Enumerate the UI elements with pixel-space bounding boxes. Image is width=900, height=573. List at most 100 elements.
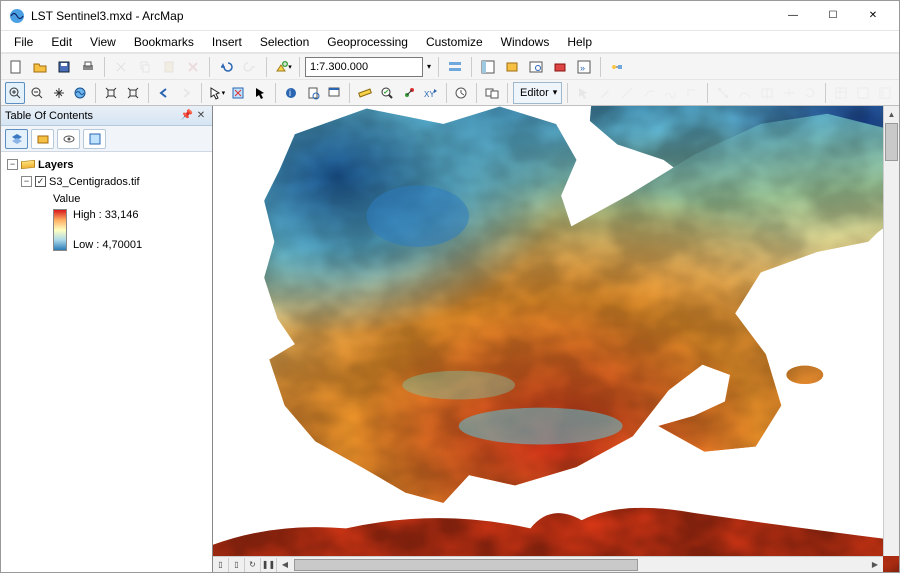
collapse-icon[interactable]: − <box>7 159 18 170</box>
redo-button[interactable] <box>239 56 261 78</box>
select-elements-button[interactable] <box>250 82 270 104</box>
edit-tool-button[interactable] <box>573 82 593 104</box>
menu-edit[interactable]: Edit <box>42 33 81 51</box>
measure-button[interactable] <box>355 82 375 104</box>
close-button[interactable]: ✕ <box>853 2 893 30</box>
menu-geoprocessing[interactable]: Geoprocessing <box>318 33 417 51</box>
editor-dropdown[interactable]: Editor <box>513 82 562 104</box>
delete-button[interactable] <box>182 56 204 78</box>
scroll-up-icon[interactable]: ▲ <box>884 106 899 122</box>
toc-pin-icon[interactable]: 📌 <box>180 110 194 121</box>
time-slider-button[interactable] <box>452 82 472 104</box>
prev-extent-button[interactable] <box>154 82 174 104</box>
toc-layer-row[interactable]: − ✓ S3_Centigrados.tif <box>7 173 206 190</box>
menu-customize[interactable]: Customize <box>417 33 492 51</box>
identify-button[interactable]: i <box>281 82 301 104</box>
toc-tab-selection[interactable] <box>83 129 106 149</box>
cut-button[interactable] <box>110 56 132 78</box>
toc-value-label: Value <box>53 193 80 205</box>
copy-button[interactable] <box>134 56 156 78</box>
find-route-button[interactable] <box>399 82 419 104</box>
model-builder-button[interactable] <box>606 56 628 78</box>
html-popup-button[interactable] <box>325 82 345 104</box>
search-tool-button[interactable] <box>525 56 547 78</box>
find-button[interactable] <box>377 82 397 104</box>
toc-button[interactable] <box>477 56 499 78</box>
legend-high-label: High : 33,146 <box>73 209 142 221</box>
new-doc-button[interactable] <box>5 56 27 78</box>
fixed-zoom-out-button[interactable] <box>123 82 143 104</box>
menu-help[interactable]: Help <box>558 33 601 51</box>
menu-windows[interactable]: Windows <box>492 33 559 51</box>
print-button[interactable] <box>77 56 99 78</box>
next-extent-button[interactable] <box>176 82 196 104</box>
edit-annotation-button[interactable] <box>595 82 615 104</box>
menu-selection[interactable]: Selection <box>251 33 318 51</box>
toc-layer-name: S3_Centigrados.tif <box>49 176 140 188</box>
app-icon <box>9 8 25 24</box>
title-bar: LST Sentinel3.mxd - ArcMap — ☐ ✕ <box>1 1 899 31</box>
scroll-v-thumb[interactable] <box>885 123 898 161</box>
fixed-zoom-in-button[interactable] <box>101 82 121 104</box>
layers-icon <box>10 132 24 146</box>
edit-vertices-button[interactable] <box>713 82 733 104</box>
toc-close-icon[interactable]: ✕ <box>194 110 208 121</box>
select-features-button[interactable]: ▾ <box>206 82 226 104</box>
cut-polygons-button[interactable] <box>757 82 777 104</box>
map-canvas[interactable]: ▲ ▯ ▯ ↻ ❚❚ ◀ ▶ <box>213 106 899 572</box>
pan-button[interactable] <box>49 82 69 104</box>
layer-visibility-checkbox[interactable]: ✓ <box>35 176 46 187</box>
catalog-button[interactable] <box>501 56 523 78</box>
arctoolbox-button[interactable] <box>549 56 571 78</box>
maximize-button[interactable]: ☐ <box>813 2 853 30</box>
create-viewer-button[interactable] <box>482 82 502 104</box>
endpoint-arc-button[interactable] <box>639 82 659 104</box>
full-extent-button[interactable] <box>71 82 91 104</box>
split-button[interactable] <box>779 82 799 104</box>
menu-bookmarks[interactable]: Bookmarks <box>125 33 203 51</box>
sketch-props-button[interactable] <box>853 82 873 104</box>
reshape-button[interactable] <box>735 82 755 104</box>
straight-segment-button[interactable] <box>617 82 637 104</box>
add-data-button[interactable]: ▾ <box>272 56 294 78</box>
minimize-button[interactable]: — <box>773 2 813 30</box>
pause-drawing-button[interactable]: ❚❚ <box>261 558 277 572</box>
toc-tab-source[interactable] <box>31 129 54 149</box>
zoom-in-button[interactable] <box>5 82 25 104</box>
go-to-xy-button[interactable]: XY <box>421 82 441 104</box>
toc-root-layers[interactable]: − Layers <box>7 156 206 173</box>
map-horizontal-scrollbar[interactable]: ▯ ▯ ↻ ❚❚ ◀ ▶ <box>213 556 883 572</box>
right-angle-button[interactable] <box>682 82 702 104</box>
hyperlink-button[interactable] <box>303 82 323 104</box>
layout-view-button[interactable]: ▯ <box>229 558 245 572</box>
refresh-button[interactable]: ↻ <box>245 558 261 572</box>
open-button[interactable] <box>29 56 51 78</box>
scroll-right-icon[interactable]: ▶ <box>867 560 883 569</box>
toc-tab-visibility[interactable] <box>57 129 80 149</box>
toolbar-area: ▾ ▾ » ▾ i XY <box>1 53 899 106</box>
map-vertical-scrollbar[interactable]: ▲ <box>883 106 899 556</box>
scroll-h-thumb[interactable] <box>294 559 638 571</box>
scale-input[interactable] <box>305 57 423 77</box>
save-button[interactable] <box>53 56 75 78</box>
trace-button[interactable] <box>661 82 681 104</box>
python-button[interactable]: » <box>573 56 595 78</box>
undo-button[interactable] <box>215 56 237 78</box>
editor-toolbar-toggle-button[interactable] <box>444 56 466 78</box>
attributes-button[interactable] <box>831 82 851 104</box>
rotate-button[interactable] <box>801 82 821 104</box>
paste-button[interactable] <box>158 56 180 78</box>
toolbar-standard: ▾ ▾ » <box>1 53 899 79</box>
scroll-left-icon[interactable]: ◀ <box>277 560 293 569</box>
data-view-button[interactable]: ▯ <box>213 558 229 572</box>
legend-gradient-icon <box>53 209 67 251</box>
clear-selection-button[interactable] <box>228 82 248 104</box>
toc-tab-drawing-order[interactable] <box>5 129 28 149</box>
menu-view[interactable]: View <box>81 33 125 51</box>
collapse-icon[interactable]: − <box>21 176 32 187</box>
zoom-out-button[interactable] <box>27 82 47 104</box>
menu-file[interactable]: File <box>5 33 42 51</box>
menu-insert[interactable]: Insert <box>203 33 251 51</box>
create-features-button[interactable] <box>875 82 895 104</box>
main-area: Table Of Contents 📌 ✕ − Layers − ✓ S3_Ce… <box>1 106 899 572</box>
